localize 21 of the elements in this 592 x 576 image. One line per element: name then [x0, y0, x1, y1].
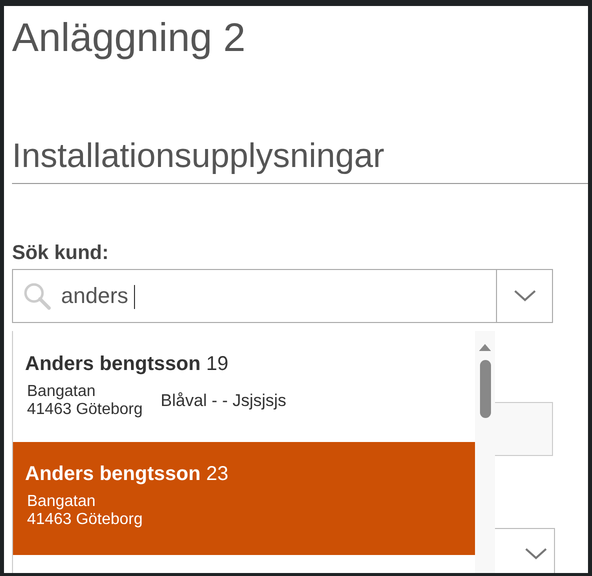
chevron-down-icon — [525, 548, 547, 560]
scroll-up-icon[interactable] — [478, 343, 492, 352]
customer-note: Blåval - - Jsjsjsjs — [160, 391, 286, 411]
field-label: Sök kund: — [12, 241, 109, 265]
chevron-down-icon — [514, 290, 536, 302]
scrollbar[interactable] — [475, 331, 495, 573]
dropdown-button[interactable] — [497, 269, 553, 323]
postal-city: 41463 Göteborg — [27, 401, 143, 419]
result-item[interactable]: Anders bengtsson 23 Bangatan 41463 Göteborg — [13, 442, 475, 555]
postal-city: 41463 Göteborg — [27, 511, 143, 529]
search-field[interactable]: anders — [12, 269, 497, 323]
street-address: Bangatan — [27, 383, 97, 401]
customer-name: Anders bengtsson 23 — [25, 462, 230, 487]
customer-name: Anders bengtsson 19 — [25, 352, 230, 377]
scroll-thumb[interactable] — [480, 360, 490, 418]
section-heading: Installationsupplysningar — [12, 137, 384, 175]
search-icon — [23, 282, 51, 310]
street-address: Bangatan — [27, 493, 97, 511]
result-item[interactable]: Anders bengtsson 19 Bangatan 41463 Göteborg Blåval - - Jsjsjsjs — [13, 331, 475, 438]
page-title: Anläggning 2 — [12, 15, 246, 61]
text-cursor — [134, 285, 136, 310]
